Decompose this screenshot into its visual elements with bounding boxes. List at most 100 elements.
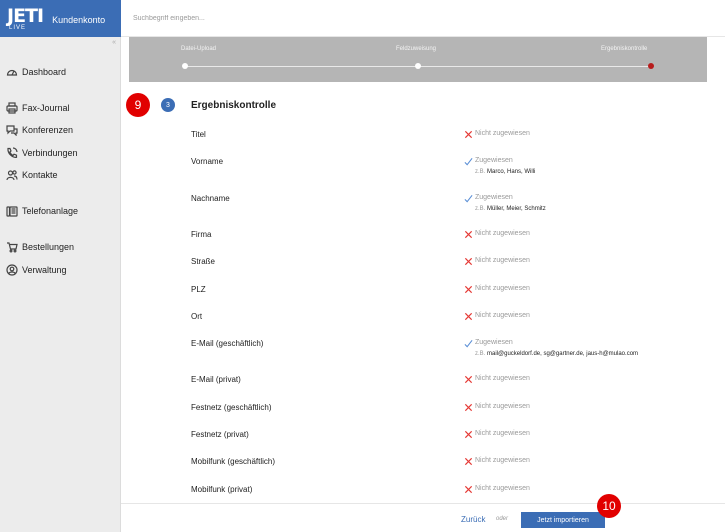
field-status: Nicht zugewiesen (464, 257, 530, 266)
field-status: Nicht zugewiesen (464, 375, 530, 384)
sidebar-item-label: Bestellungen (22, 242, 75, 252)
logo-area[interactable]: JETI LIVE Kundenkonto (0, 0, 121, 37)
back-link[interactable]: Zurück (461, 515, 485, 524)
field-status: Zugewiesen (464, 157, 513, 166)
status-text: Nicht zugewiesen (475, 312, 530, 319)
example-prefix: z.B. (475, 351, 486, 357)
sidebar-item-fax-journal[interactable]: Fax-Journal (6, 101, 70, 115)
field-status: Nicht zugewiesen (464, 430, 530, 439)
sidebar-item-label: Konferenzen (22, 125, 74, 135)
account-label: Kundenkonto (52, 15, 106, 25)
example-prefix: z.B. (475, 206, 486, 212)
sidebar-item-label: Verbindungen (22, 148, 78, 158)
section-title: Ergebniskontrolle (191, 100, 277, 111)
cross-icon (464, 485, 473, 494)
field-status: Zugewiesen (464, 194, 513, 203)
field-name: Festnetz (privat) (191, 430, 249, 439)
sidebar-item-kontakte[interactable]: Kontakte (6, 168, 58, 182)
check-icon (464, 158, 473, 166)
sidebar-item-verwaltung[interactable]: Verwaltung (6, 263, 67, 277)
collapse-sidebar-button[interactable]: « (112, 39, 116, 46)
cross-icon (464, 375, 473, 384)
dashboard-icon (6, 69, 18, 76)
field-status: Nicht zugewiesen (464, 485, 530, 494)
example-values: z.B. Müller, Meier, Schmitz (475, 206, 546, 212)
import-stepper: Datei-Upload Feldzuweisung Ergebniskontr… (129, 37, 707, 82)
user-settings-icon (6, 264, 18, 276)
search-input[interactable] (133, 14, 433, 22)
sidebar-item-label: Kontakte (22, 170, 58, 180)
cross-icon (464, 257, 473, 266)
field-name: Vorname (191, 157, 224, 166)
cross-icon (464, 285, 473, 294)
cross-icon (464, 430, 473, 439)
field-status: Nicht zugewiesen (464, 312, 530, 321)
step-label-field-mapping: Feldzuweisung (396, 46, 437, 52)
sidebar-item-dashboard[interactable]: Dashboard (6, 65, 66, 79)
phone-system-icon (6, 206, 18, 217)
sidebar-item-label: Verwaltung (22, 265, 67, 275)
check-icon (464, 340, 473, 348)
status-text: Nicht zugewiesen (475, 130, 530, 137)
status-text: Nicht zugewiesen (475, 375, 530, 382)
logo-sub-text: LIVE (9, 24, 27, 31)
step-label-result-check: Ergebniskontrolle (601, 46, 648, 52)
step-dot-field-mapping (415, 63, 421, 69)
status-text: Nicht zugewiesen (475, 430, 530, 437)
step-dot-result-check (648, 63, 654, 69)
sidebar-item-bestellungen[interactable]: Bestellungen (6, 240, 74, 254)
status-text: Zugewiesen (475, 194, 513, 201)
example-text: Marco, Hans, Willi (487, 169, 536, 175)
cross-icon (464, 403, 473, 412)
example-text: Müller, Meier, Schmitz (487, 206, 546, 212)
cross-icon (464, 230, 473, 239)
sidebar-item-konferenzen[interactable]: Konferenzen (6, 123, 73, 137)
field-name: E-Mail (privat) (191, 375, 241, 384)
sidebar-item-label: Telefonanlage (22, 206, 79, 216)
status-text: Nicht zugewiesen (475, 257, 530, 264)
chat-icon (6, 125, 18, 136)
or-separator: oder (496, 516, 509, 522)
example-prefix: z.B. (475, 169, 486, 175)
field-name: Mobilfunk (geschäftlich) (191, 457, 276, 466)
cart-icon (7, 242, 18, 253)
action-footer: Zurück oder Jetzt importieren (121, 503, 725, 532)
annotation-marker-10: 10 (597, 494, 621, 518)
search-bar (121, 0, 725, 37)
cross-icon (464, 312, 473, 321)
field-name: Titel (191, 130, 206, 139)
phone-icon (7, 147, 18, 158)
field-name: Straße (191, 257, 216, 266)
status-text: Nicht zugewiesen (475, 285, 530, 292)
field-status: Nicht zugewiesen (464, 403, 530, 412)
field-name: Firma (191, 230, 212, 239)
field-name: PLZ (191, 285, 206, 294)
cross-icon (464, 457, 473, 466)
field-status: Nicht zugewiesen (464, 285, 530, 294)
sidebar-item-label: Fax-Journal (22, 103, 70, 113)
annotation-marker-9: 9 (126, 93, 150, 117)
field-status: Nicht zugewiesen (464, 230, 530, 239)
logo-text: JETI (7, 4, 44, 27)
sidebar-item-label: Dashboard (22, 67, 67, 77)
sidebar-item-telefonanlage[interactable]: Telefonanlage (6, 204, 78, 218)
import-now-button[interactable]: Jetzt importieren (521, 512, 605, 528)
sidebar: « Dashboard Fax-Journal Konferenzen Verb… (0, 37, 121, 532)
status-text: Nicht zugewiesen (475, 485, 530, 492)
users-icon (6, 170, 18, 181)
status-text: Nicht zugewiesen (475, 403, 530, 410)
field-name: Nachname (191, 194, 230, 203)
printer-icon (6, 102, 18, 114)
check-icon (464, 195, 473, 203)
field-status: Nicht zugewiesen (464, 130, 530, 139)
field-status: Nicht zugewiesen (464, 457, 530, 466)
example-values: z.B. mail@guckeldorf.de, sg@gartner.de, … (475, 351, 638, 357)
status-text: Nicht zugewiesen (475, 457, 530, 464)
status-text: Zugewiesen (475, 339, 513, 346)
step-label-upload: Datei-Upload (181, 46, 217, 52)
field-name: Festnetz (geschäftlich) (191, 403, 272, 412)
step-number-badge: 3 (161, 98, 175, 112)
sidebar-item-verbindungen[interactable]: Verbindungen (6, 146, 78, 160)
field-status: Zugewiesen (464, 339, 513, 348)
status-text: Nicht zugewiesen (475, 230, 530, 237)
